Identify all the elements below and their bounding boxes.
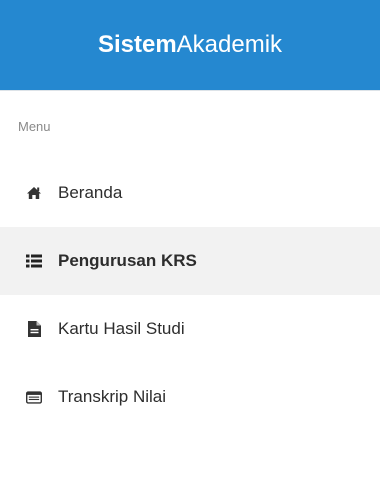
sidebar-item-label: Pengurusan KRS — [58, 251, 197, 270]
brand-name-light: Akademik — [176, 31, 283, 58]
list-icon — [26, 253, 42, 269]
sidebar-item-beranda[interactable]: Beranda — [0, 159, 380, 227]
sidebar-item-label: Beranda — [58, 183, 123, 202]
file-icon — [26, 321, 42, 337]
sidebar-item-kartu-hasil-studi[interactable]: Kartu Hasil Studi — [0, 295, 380, 363]
sidebar-item-label: Transkrip Nilai — [58, 387, 167, 406]
sidebar-item-pengurusan-krs[interactable]: Pengurusan KRS — [0, 227, 380, 295]
sidebar-item-transkrip-nilai[interactable]: Transkrip Nilai — [0, 363, 380, 431]
sidebar-menu: Beranda Pengurusan KRS Kartu Hasil Studi… — [0, 159, 380, 431]
app-brand[interactable]: Sistem Akademik — [0, 0, 380, 91]
sidebar: Sistem Akademik Menu Beranda Pengurusan … — [0, 0, 380, 491]
menu-header: Menu — [18, 119, 51, 134]
sidebar-item-label: Kartu Hasil Studi — [58, 319, 185, 338]
brand-name-bold: Sistem — [97, 31, 177, 58]
table-icon — [26, 389, 42, 405]
home-icon — [26, 185, 42, 201]
